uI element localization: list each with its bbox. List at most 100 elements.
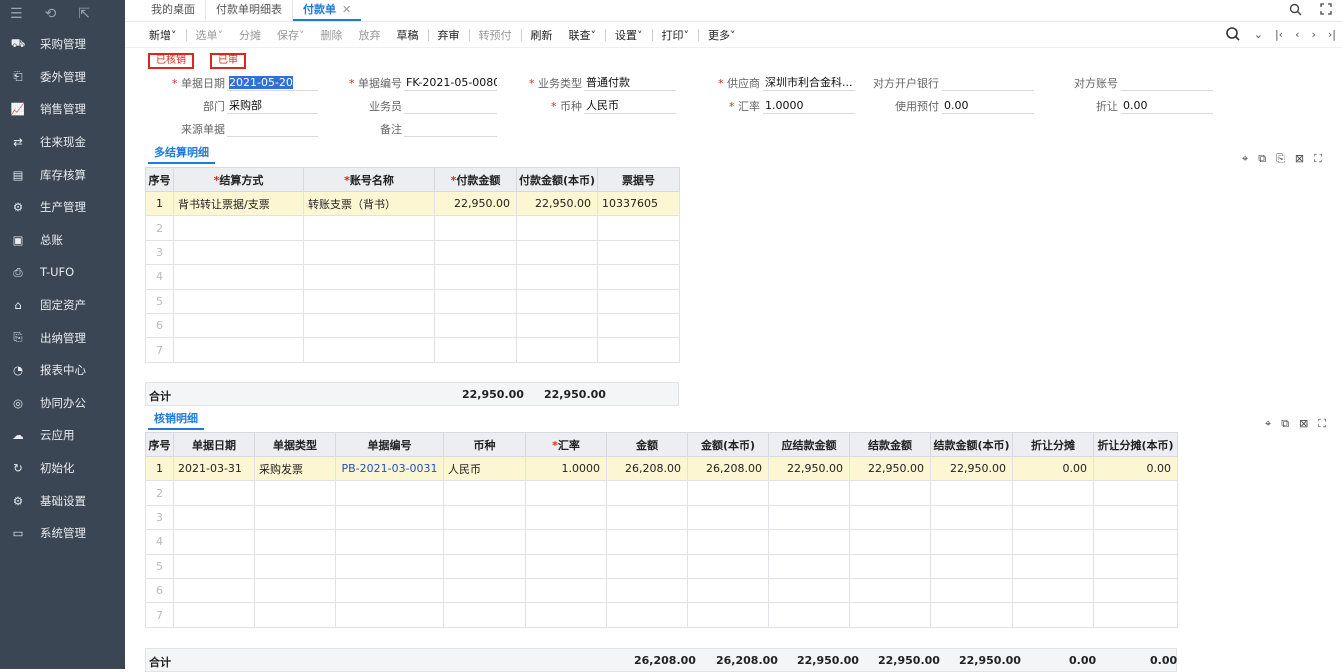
table-cell[interactable]: 22,950.00 — [434, 190, 517, 217]
table-cell[interactable] — [849, 529, 931, 555]
table-cell[interactable] — [1093, 529, 1178, 555]
table-cell[interactable] — [606, 602, 688, 628]
bank-field[interactable] — [942, 75, 1034, 91]
table-row[interactable]: 4 — [145, 264, 680, 290]
tab-payment-bill[interactable]: 付款单 ✕ — [293, 0, 362, 21]
table-row[interactable]: 4 — [145, 529, 1178, 555]
currency-field[interactable]: 人民币 — [584, 98, 676, 114]
draft-button[interactable]: 草稿 — [389, 27, 427, 43]
column-header[interactable]: 结款金额 — [849, 432, 931, 457]
doc-no-field[interactable]: FK-2021-05-0080 — [404, 75, 497, 91]
table-cell[interactable] — [597, 312, 680, 339]
sidebar-item[interactable]: ◔ 报表中心 — [0, 354, 125, 387]
table-row[interactable]: 2 — [145, 480, 1178, 506]
table-cell[interactable] — [525, 553, 607, 579]
table-cell[interactable]: PB-2021-03-0031 — [335, 455, 444, 482]
tab-payment-detail[interactable]: 付款单明细表 — [206, 0, 293, 21]
table-cell[interactable] — [173, 337, 304, 363]
last-record-icon[interactable]: ›| — [1328, 28, 1336, 41]
new-button[interactable]: 新增˅ — [141, 27, 185, 43]
table-cell[interactable] — [1093, 480, 1178, 506]
table-cell[interactable] — [443, 529, 526, 555]
delete-button[interactable]: 删除 — [313, 27, 351, 43]
table-cell[interactable] — [1093, 602, 1178, 628]
table-cell[interactable] — [434, 337, 517, 363]
table-cell[interactable] — [597, 239, 680, 266]
table-cell[interactable] — [525, 504, 607, 531]
table-cell[interactable] — [173, 264, 304, 290]
table-cell[interactable] — [768, 480, 850, 506]
table-cell[interactable] — [606, 577, 688, 604]
table-cell[interactable]: 采购发票 — [254, 455, 336, 482]
table-cell[interactable] — [768, 577, 850, 604]
chevron-down-icon[interactable]: ⌄ — [1254, 28, 1263, 41]
memo-field[interactable] — [404, 121, 497, 137]
rate-field[interactable]: 1.0000 — [763, 98, 855, 114]
pin-icon[interactable]: ⇱ — [78, 6, 90, 22]
table-cell[interactable] — [173, 529, 255, 555]
sidebar-item[interactable]: ⛟ 采购管理 — [0, 28, 125, 61]
table-cell[interactable] — [173, 215, 304, 241]
dept-field[interactable]: 采购部 — [227, 98, 318, 114]
table-cell[interactable] — [849, 480, 931, 506]
column-header[interactable]: 付款金额(本币) — [516, 167, 598, 192]
table-cell[interactable] — [254, 553, 336, 579]
sidebar-item[interactable]: ⌂ 固定资产 — [0, 289, 125, 322]
table-cell[interactable] — [1012, 553, 1094, 579]
table-cell[interactable] — [443, 602, 526, 628]
prev-record-icon[interactable]: ‹ — [1295, 28, 1299, 41]
column-header[interactable]: 单据类型 — [254, 432, 336, 457]
table-cell[interactable] — [516, 337, 598, 363]
column-header[interactable]: 票据号 — [597, 167, 680, 192]
table-cell[interactable]: 22,950.00 — [849, 455, 931, 482]
table-row[interactable]: 3 — [145, 239, 680, 266]
delete-row-icon[interactable]: ⊠ — [1295, 152, 1304, 166]
table-cell[interactable] — [303, 312, 435, 339]
table-cell[interactable] — [516, 264, 598, 290]
table-cell[interactable] — [173, 239, 304, 266]
table-cell[interactable] — [434, 312, 517, 339]
table-cell[interactable] — [443, 577, 526, 604]
sidebar-item[interactable]: ⚙ 基础设置 — [0, 484, 125, 517]
table-cell[interactable] — [173, 577, 255, 604]
table-cell[interactable] — [525, 529, 607, 555]
table-cell[interactable] — [1093, 577, 1178, 604]
table-cell[interactable] — [303, 264, 435, 290]
table-cell[interactable] — [335, 602, 444, 628]
record-search-icon[interactable] — [1225, 27, 1242, 41]
column-header[interactable]: 单据日期 — [173, 432, 255, 457]
source-field[interactable] — [227, 121, 318, 137]
table-cell[interactable] — [525, 602, 607, 628]
column-header[interactable]: 折让分摊 — [1012, 432, 1094, 457]
table-cell[interactable] — [606, 504, 688, 531]
table-cell[interactable] — [254, 577, 336, 604]
table-cell[interactable] — [606, 529, 688, 555]
table-cell[interactable] — [606, 480, 688, 506]
table-cell[interactable] — [254, 529, 336, 555]
table-cell[interactable] — [443, 480, 526, 506]
table-row[interactable]: 3 — [145, 504, 1178, 531]
sidebar-item[interactable]: ▣ 总账 — [0, 224, 125, 257]
table-cell[interactable]: 1.0000 — [525, 455, 607, 482]
copy-row-icon[interactable]: ⧉ — [1281, 417, 1289, 431]
column-header[interactable]: 币种 — [443, 432, 526, 457]
column-header[interactable]: 金额 — [606, 432, 688, 457]
discard-button[interactable]: 放弃 — [351, 27, 389, 43]
prepay-field[interactable]: 0.00 — [942, 98, 1034, 114]
table-cell[interactable] — [1012, 504, 1094, 531]
table-cell[interactable] — [303, 215, 435, 241]
tab-desktop[interactable]: 我的桌面 — [141, 0, 206, 21]
table-cell[interactable] — [930, 480, 1013, 506]
table-cell[interactable] — [1093, 553, 1178, 579]
column-header[interactable]: 序号 — [145, 167, 174, 192]
settle-section-tab[interactable]: 多结算明细 — [148, 144, 215, 164]
table-cell[interactable]: 22,950.00 — [516, 190, 598, 217]
table-cell[interactable] — [335, 529, 444, 555]
table-cell[interactable] — [443, 553, 526, 579]
table-cell[interactable] — [930, 602, 1013, 628]
table-cell[interactable] — [303, 288, 435, 314]
table-cell[interactable]: 2021-03-31 — [173, 455, 255, 482]
table-cell[interactable] — [173, 480, 255, 506]
table-cell[interactable] — [1012, 577, 1094, 604]
table-cell[interactable] — [434, 239, 517, 266]
